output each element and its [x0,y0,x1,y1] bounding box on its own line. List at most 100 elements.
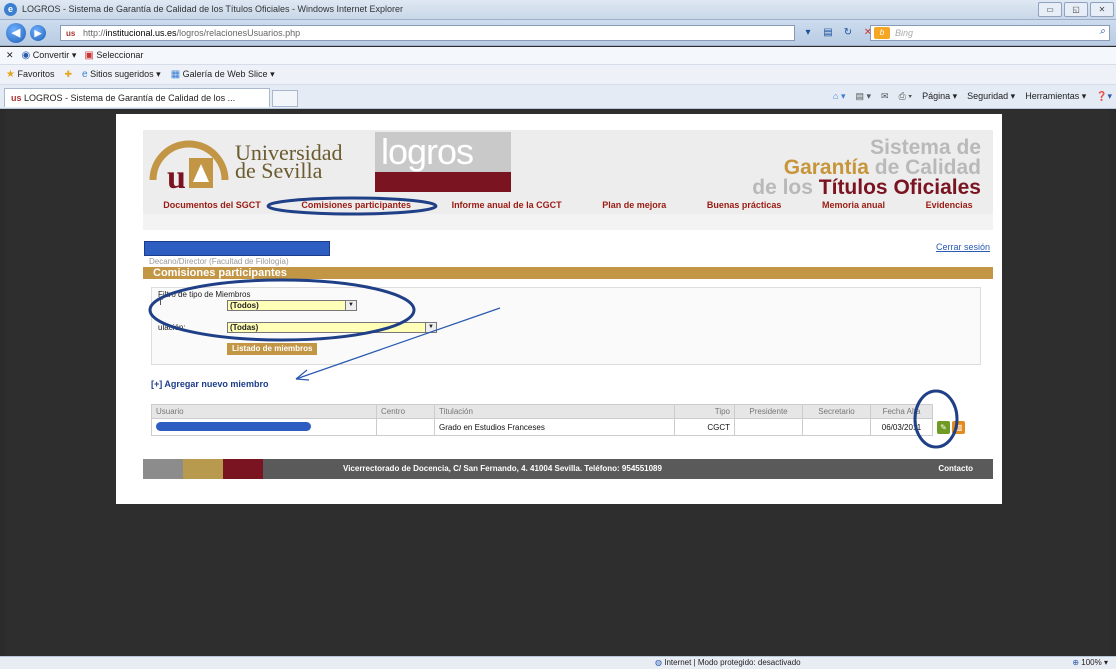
security-menu[interactable]: Seguridad ▾ [967,91,1015,102]
dropdown-icon[interactable]: ▾ [800,25,816,41]
bing-icon: b [874,27,890,39]
menu-plan-mejora[interactable]: Plan de mejora [602,200,666,210]
filter-legend: Filtro de tipo de Miembros [158,290,251,299]
col-fecha-alta: Fecha Alta [870,404,933,419]
star-icon: ★ [6,69,15,80]
compatibility-icon[interactable]: ▤ [820,25,836,41]
search-input[interactable]: b Bing ⌕ [870,25,1110,41]
type-label: T [158,298,163,307]
type-select[interactable]: (Todos) ▼ [227,300,357,311]
convert-label: Convertir [32,50,70,60]
chevron-down-icon: ▼ [345,301,356,310]
window-title: LOGROS - Sistema de Garantía de Calidad … [22,4,403,14]
menu-memoria[interactable]: Memoria anual [822,200,885,210]
footer-address: Vicerrectorado de Docencia, C/ San Ferna… [343,464,662,473]
zoom-level: 100% [1081,658,1102,667]
minimize-button[interactable]: ▭ [1038,2,1062,17]
university-name: Universidad de Sevilla [235,142,365,182]
col-titulacion: Titulación [434,404,675,419]
tab-title: LOGROS - Sistema de Garantía de Calidad … [24,93,236,103]
site-footer: Vicerrectorado de Docencia, C/ San Ferna… [143,459,993,479]
cell-presidente [734,418,803,436]
col-usuario: Usuario [151,404,377,419]
delete-trash-icon[interactable]: ▥ [952,420,966,434]
tab-bar: us LOGROS - Sistema de Garantía de Calid… [0,85,1116,109]
menu-informe[interactable]: Informe anual de la CGCT [452,200,562,210]
url-input[interactable]: us http://institucional.us.es/logros/rel… [60,25,795,41]
web-page: u Universidad de Sevilla logros Sistema … [116,114,1002,504]
home-icon[interactable]: ⌂ ▾ [833,91,845,102]
suggested-label: Sitios sugeridos [90,69,154,79]
refresh-icon[interactable]: ↻ [840,25,856,41]
back-button[interactable]: ◀ [6,23,26,43]
convert-menu[interactable]: ◉ Convertir ▾ [22,50,77,61]
security-zone[interactable]: ◍ Internet | Modo protegido: desactivado [655,658,801,667]
window-title-bar: e LOGROS - Sistema de Garantía de Calida… [0,0,1116,20]
url-prefix: http:// [83,28,106,38]
globe-icon: ◍ [655,658,662,667]
page-label: Página [922,91,951,101]
new-tab-button[interactable] [272,90,298,107]
cell-titulacion: Grado en Estudios Franceses [434,418,675,436]
mail-icon[interactable]: ✉ [881,91,889,102]
col-centro: Centro [376,404,435,419]
col-actions [932,404,981,419]
page-menu[interactable]: Página ▾ [922,91,957,102]
search-icon[interactable]: ⌕ [1099,26,1105,37]
system-title: Sistema de Garantía de Calidad de los Tí… [752,136,981,198]
zoom-icon: ⊕ [1072,658,1080,667]
tools-menu[interactable]: Herramientas ▾ [1025,91,1086,102]
section-title: Comisiones participantes [143,267,993,279]
ie-icon: e [82,69,88,80]
logout-link[interactable]: Cerrar sesión [936,242,990,252]
print-icon[interactable]: ⎙ ▾ [899,91,912,102]
suggested-sites-menu[interactable]: e Sitios sugeridos ▾ [82,69,161,80]
menu-documentos[interactable]: Documentos del SGCT [163,200,261,210]
select-menu[interactable]: ▣ Seleccionar [84,50,143,61]
security-label: Seguridad [967,91,1009,101]
web-slice-link[interactable]: ▦ Galería de Web Slice ▾ [171,69,275,80]
favorites-label: Favoritos [17,69,55,79]
cell-tipo: CGCT [674,418,735,436]
cell-fecha: 06/03/2011 [870,418,933,436]
search-placeholder: Bing [895,28,914,38]
forward-button[interactable]: ▶ [30,25,46,41]
user-role: Decano/Director (Facultad de Filología) [149,257,289,266]
submenu-bar [143,214,993,230]
site-header: u Universidad de Sevilla logros Sistema … [143,130,993,198]
menu-evidencias[interactable]: Evidencias [926,200,973,210]
list-members-button[interactable]: Listado de miembros [227,343,318,355]
address-tools: ▾ ▤ ↻ ✕ [800,25,876,41]
menu-buenas-practicas[interactable]: Buenas prácticas [707,200,782,210]
tools-label: Herramientas [1025,91,1080,101]
svg-text:u: u [167,159,186,194]
table-header-row: Usuario Centro Titulación Tipo President… [151,404,981,419]
tab-logros[interactable]: us LOGROS - Sistema de Garantía de Calid… [4,88,270,107]
menu-comisiones[interactable]: Comisiones participantes [301,200,411,210]
footer-maroon-block [223,459,263,479]
titulacion-label: ulación: [158,323,186,332]
system-title-line1: Sistema de [870,136,981,159]
titulacion-select-value: (Todas) [230,323,259,332]
members-table: Usuario Centro Titulación Tipo President… [151,404,981,436]
add-favorite-icon[interactable]: ✚ [65,69,73,80]
select-icon: ▣ [84,50,94,61]
favorites-bar: ★ Favoritos ✚ e Sitios sugeridos ▾ ▦ Gal… [0,65,1116,85]
maximize-button[interactable]: ◱ [1064,2,1088,17]
help-icon[interactable]: ❓▾ [1096,91,1112,102]
close-button[interactable]: ✕ [1090,2,1114,17]
zoom-control[interactable]: ⊕ 100% ▾ [1072,658,1108,667]
footer-contact-link[interactable]: Contacto [938,459,973,479]
university-seal-icon: u [149,140,229,194]
command-bar: ✕ ◉ Convertir ▾ ▣ Seleccionar [0,47,1116,65]
titulacion-select[interactable]: (Todas) ▼ [227,322,437,333]
status-bar: ◍ Internet | Modo protegido: desactivado… [0,656,1116,669]
edit-pencil-icon[interactable]: ✎ [937,420,950,434]
close-toolbar-icon[interactable]: ✕ [6,50,14,61]
favorites-button[interactable]: ★ Favoritos [6,69,55,80]
us-favicon-icon: us [11,93,25,103]
logros-wordmark: logros [375,132,511,172]
feeds-icon[interactable]: ▤ ▾ [856,91,872,102]
redacted-user-name [144,241,330,256]
add-member-link[interactable]: [+] Agregar nuevo miembro [151,379,268,389]
